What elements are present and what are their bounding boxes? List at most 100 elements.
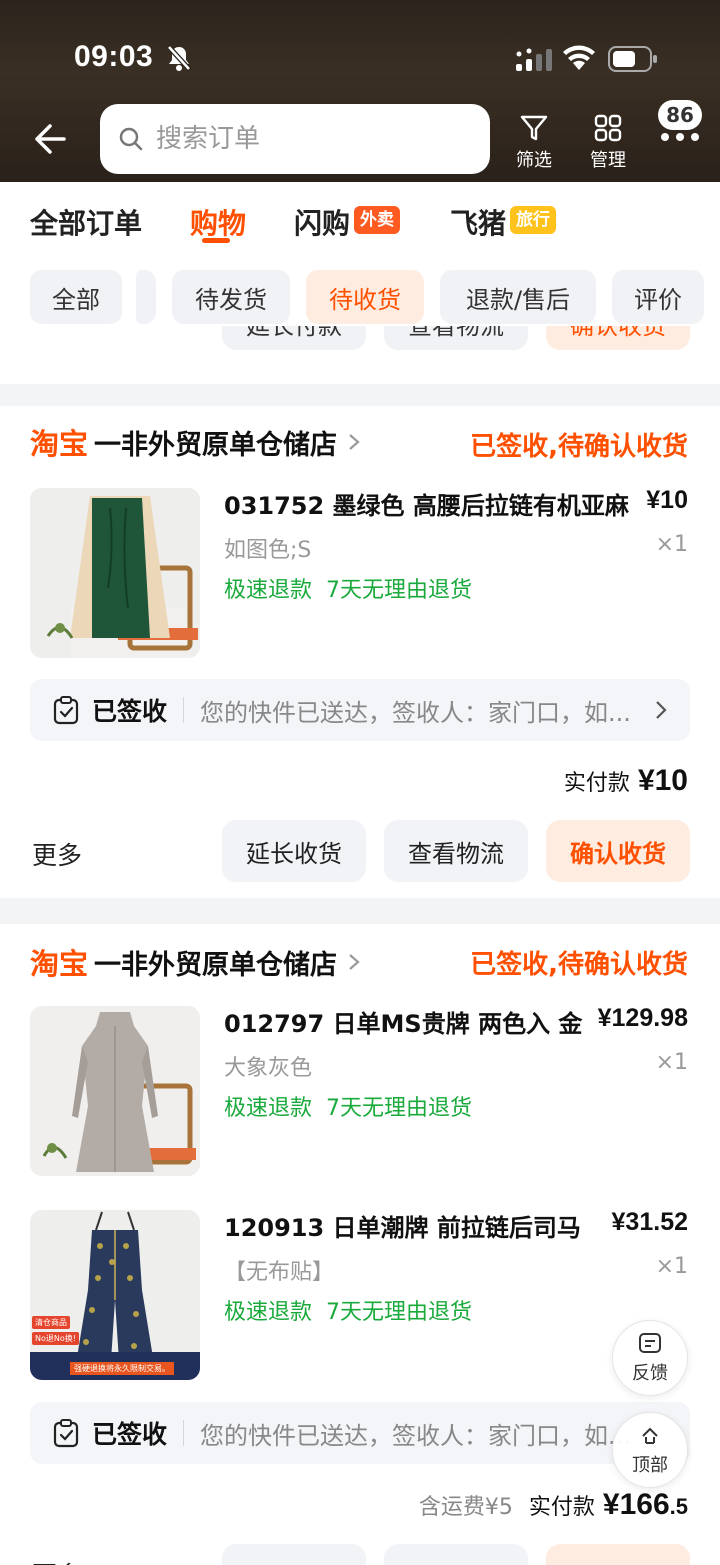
product-sku: 如图色;S [224,538,312,563]
taobao-logo: 淘宝 [30,947,89,981]
wifi-icon [563,45,595,70]
notice-banner: 强硬退换将永久限制交易。 [70,1362,174,1375]
peek-extend-label: 延长付款 [246,326,342,340]
back-to-top-button[interactable]: 顶部 [612,1412,688,1488]
feedback-button[interactable]: 反馈 [612,1320,688,1396]
order-total: 含运费¥5 实付款 ¥166.5 [419,1488,688,1522]
chip-refund[interactable]: 退款/售后 [440,270,596,324]
clipboard-check-icon [53,696,79,725]
tab-fliggy[interactable]: 飞猪 [450,202,506,242]
search-input[interactable] [156,124,456,154]
app-header: 09:03 搜索订单 筛选 管理 86 [0,0,720,182]
chip-review[interactable]: 评价 [612,270,704,324]
peek-extend-button[interactable]: 延长付款 [222,326,366,350]
product-title[interactable]: 031752 墨绿色 高腰后拉链有机亚麻 [224,486,629,521]
total-value: ¥166 [602,1488,670,1521]
more-link[interactable]: 更多 [32,1556,82,1565]
filter-icon [520,115,548,141]
message-badge: 86 [658,100,702,130]
grid-icon [594,114,622,142]
filter-label: 筛选 [516,150,552,171]
order-card: 淘宝 一非外贸原单仓储店 已签收,待确认收货 031752 墨绿色 高腰后拉链有… [0,406,720,898]
total-label: 实付款 [528,1495,595,1520]
fast-refund-tag: 极速退款 [224,1096,313,1121]
more-link[interactable]: 更多 [32,836,82,872]
arrow-up-icon [642,1427,658,1444]
return-policy-tag: 7天无理由退货 [326,578,473,603]
filter-button[interactable]: 筛选 [504,112,564,172]
tab-shopping[interactable]: 购物 [190,202,246,242]
total-value: ¥10 [637,764,688,797]
category-tabs: 全部订单 购物 闪购 外卖 飞猪 旅行 [0,182,720,256]
view-logistics-button[interactable]: 查看物流 [384,1544,528,1565]
product-price: ¥10 [646,486,688,514]
status-filter-chips: 全部 待发货 待收货 退款/售后 评价 [0,270,720,326]
delivery-label: 已签收 [92,697,168,726]
return-policy-tag: 7天无理由退货 [326,1300,473,1325]
no-return-label: No退No换! [32,1332,79,1345]
status-bar: 09:03 [0,0,720,100]
product-title[interactable]: 120913 日单潮牌 前拉链后司马 [224,1208,581,1243]
clearance-label: 清仓商品 [32,1316,70,1329]
takeout-tag: 外卖 [354,206,400,234]
chip-to-ship[interactable]: 待发货 [172,270,290,324]
travel-tag: 旅行 [510,206,556,234]
tab-all-orders[interactable]: 全部订单 [30,202,142,242]
search-icon [119,127,143,151]
product-quantity: ×1 [655,1254,688,1279]
fast-refund-tag: 极速退款 [224,1300,313,1325]
extend-receipt-button[interactable]: 延长收货 [222,820,366,882]
service-tags: 极速退款 7天无理由退货 [224,1090,472,1122]
peek-logistics-label: 查看物流 [408,326,504,340]
clipboard-check-icon [53,1419,79,1448]
chevron-right-icon [349,954,360,970]
taobao-logo: 淘宝 [30,427,89,461]
product-thumbnail[interactable] [30,1006,200,1176]
more-dots-icon [661,133,699,141]
chip-to-receive[interactable]: 待收货 [306,270,424,324]
battery-icon [608,46,657,72]
extend-receipt-button[interactable]: 延长收货 [222,1544,366,1565]
peek-logistics-button[interactable]: 查看物流 [384,326,528,350]
product-sku: 【无布贴】 [224,1260,335,1285]
manage-button[interactable]: 管理 [578,112,638,172]
shop-row[interactable]: 淘宝 一非外贸原单仓储店 [30,942,363,982]
service-tags: 极速退款 7天无理由退货 [224,1294,472,1326]
peek-confirm-button[interactable]: 确认收货 [546,326,690,350]
delivery-text: 您的快件已送达，签收人：家门口，如... [200,1421,631,1450]
shop-row[interactable]: 淘宝 一非外贸原单仓储店 [30,422,363,462]
tab-flash-buy[interactable]: 闪购 [294,202,350,242]
search-box[interactable] [100,104,490,174]
delivery-divider [183,697,185,723]
delivery-text: 您的快件已送达，签收人：家门口，如... [200,698,631,727]
fast-refund-tag: 极速退款 [224,578,313,603]
manage-label: 管理 [590,150,626,171]
order-status: 已签收,待确认收货 [470,432,688,462]
back-to-top-label: 顶部 [632,1455,668,1476]
order-status: 已签收,待确认收货 [470,950,688,980]
shop-name: 一非外贸原单仓储店 [94,949,338,981]
chip-all[interactable]: 全部 [30,270,122,324]
total-label: 实付款 [563,771,630,796]
back-arrow-icon[interactable] [28,116,74,162]
feedback-label: 反馈 [632,1363,668,1384]
chevron-right-icon [349,434,360,450]
confirm-receipt-button[interactable]: 确认收货 [546,820,690,882]
chip-partial[interactable] [136,270,156,324]
product-thumbnail[interactable]: 清仓商品 No退No换! 强硬退换将永久限制交易。 [30,1210,200,1380]
grey-dress-image [30,1006,200,1176]
delivery-status-bar[interactable]: 已签收 您的快件已送达，签收人：家门口，如... [30,1402,690,1464]
total-decimal: .5 [669,1494,688,1519]
product-title[interactable]: 012797 日单MS贵牌 两色入 金 [224,1004,582,1039]
confirm-receipt-button[interactable]: 确认收货 [546,1544,690,1565]
status-time: 09:03 [74,40,154,73]
peek-confirm-label: 确认收货 [570,326,666,340]
product-price: ¥31.52 [611,1208,688,1236]
product-quantity: ×1 [655,532,688,557]
delivery-status-bar[interactable]: 已签收 您的快件已送达，签收人：家门口，如... [30,679,690,741]
delivery-label: 已签收 [92,1420,168,1449]
view-logistics-button[interactable]: 查看物流 [384,820,528,882]
product-sku: 大象灰色 [224,1056,313,1081]
product-thumbnail[interactable] [30,488,200,658]
order-total: 实付款 ¥10 [564,764,688,798]
